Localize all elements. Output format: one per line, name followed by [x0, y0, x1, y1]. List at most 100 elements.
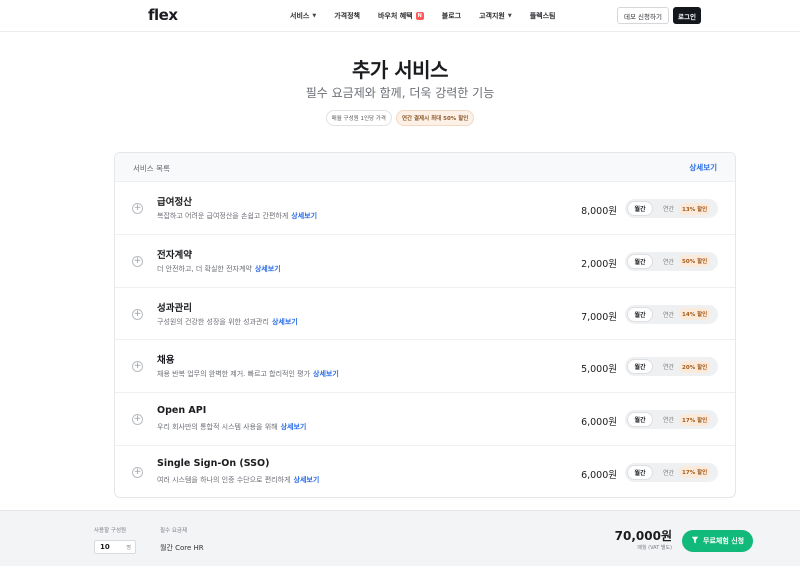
service-details-link[interactable]: 상세보기 — [294, 476, 320, 484]
discount-badge: 20% 할인 — [679, 360, 711, 373]
page-subtitle: 필수 요금제와 함께, 더욱 강력한 기능 — [305, 86, 495, 100]
page-title: 추가 서비스 — [352, 58, 448, 82]
service-price: 2,000원 — [581, 258, 617, 270]
plan-value: 월간 Core HR — [160, 544, 204, 552]
yearly-option[interactable]: 연간 — [663, 415, 674, 424]
discount-badge: 13% 할인 — [679, 202, 711, 215]
nav-pricing[interactable]: 가격정책 — [334, 11, 360, 21]
service-details-link[interactable]: 상세보기 — [313, 370, 339, 378]
service-row: + Single Sign-On (SSO) 여러 시스템을 하나의 인증 수단으로… — [115, 446, 735, 497]
members-label: 사용할 구성원 — [94, 528, 127, 534]
billing-toggle[interactable]: 월간 연간 50% 할인 — [625, 251, 718, 271]
discount-badge: 50% 할인 — [679, 255, 711, 268]
monthly-option[interactable]: 월간 — [627, 412, 653, 428]
service-price: 6,000원 — [581, 469, 617, 481]
yearly-option[interactable]: 연간 — [663, 362, 674, 371]
nav-label: 바우처 혜택 — [377, 12, 413, 20]
billing-toggle[interactable]: 월간 연간 17% 할인 — [625, 410, 718, 430]
add-service-icon[interactable]: + — [132, 203, 143, 214]
demo-request-button[interactable]: 데모 신청하기 — [617, 7, 669, 24]
service-row: + 급여정산복잡하고 어려운 급여정산을 손쉽고 간편하게 상세보기 8,000원 월간… — [115, 182, 735, 235]
yearly-option[interactable]: 연간 — [663, 310, 674, 319]
add-service-icon[interactable]: + — [132, 308, 143, 320]
new-badge: N — [415, 12, 424, 20]
yearly-option[interactable]: 연간 — [663, 257, 674, 266]
details-link[interactable]: 상세보기 — [689, 162, 717, 173]
pricing-chips: 매월 구성원 1인당 가격 연간 결제시 최대 50% 할인 — [0, 110, 800, 126]
members-value: 10 — [100, 543, 110, 551]
login-button[interactable]: 로그인 — [673, 7, 701, 24]
hero-section: 추가 서비스 필수 요금제와 함께, 더욱 강력한 기능 매월 구성원 1인당 … — [0, 32, 800, 510]
add-service-icon[interactable]: + — [132, 361, 143, 373]
monthly-option[interactable]: 월간 — [627, 201, 653, 216]
nav-services[interactable]: 서비스 ▼ — [290, 11, 316, 21]
add-service-icon[interactable]: + — [132, 466, 143, 478]
add-service-icon[interactable]: + — [132, 414, 143, 426]
service-description: 복잡하고 어려운 급여정산을 손쉽고 간편하게 상세보기 — [157, 211, 317, 221]
service-description: 여러 시스템을 하나의 인증 수단으로 편리하게 상세보기 — [157, 475, 319, 485]
billing-toggle[interactable]: 월간 연간 14% 할인 — [625, 304, 718, 324]
service-row: + 채용 채용 반복 업무의 완벽한 제거. 빠르고 합리적인 평가 상세보기 5,00… — [115, 340, 735, 394]
top-navigation-bar: flex 서비스 ▼ 가격정책 바우처 혜택 N 블로그 고객지원 ▼ 플렉스팀… — [0, 0, 800, 32]
monthly-option[interactable]: 월간 — [627, 253, 653, 269]
service-description: 채용 반복 업무의 완벽한 제거. 빠르고 합리적인 평가 상세보기 — [157, 369, 339, 379]
nav-blog[interactable]: 블로그 — [442, 11, 461, 21]
discount-badge: 17% 할인 — [679, 466, 711, 479]
service-desc-text: 채용 반복 업무의 완벽한 제거. 빠르고 합리적인 평가 — [157, 370, 311, 379]
service-description: 구성원의 건강한 성장을 위한 성과관리 상세보기 — [157, 317, 298, 327]
service-description: 더 안전하고, 더 확실한 전자계약 상세보기 — [157, 264, 281, 274]
members-input[interactable]: 10 명 — [94, 540, 136, 554]
chevron-down-icon: ▼ — [507, 13, 512, 19]
nav-label: 블로그 — [441, 12, 462, 20]
nav-voucher[interactable]: 바우처 혜택 N — [378, 11, 424, 21]
free-trial-label: 무료체험 신청 — [703, 537, 745, 545]
service-details-link[interactable]: 상세보기 — [281, 423, 307, 431]
service-price: 7,000원 — [581, 311, 617, 323]
billing-toggle[interactable]: 월간 연간 17% 할인 — [625, 462, 718, 482]
service-name: 급여정산 — [157, 197, 192, 208]
service-desc-text: 구성원의 건강한 성장을 위한 성과관리 — [157, 317, 269, 326]
flex-logo[interactable]: flex — [148, 6, 178, 24]
service-name: Single Sign-On (SSO) — [157, 457, 270, 469]
billing-toggle[interactable]: 월간 연간 13% 할인 — [625, 199, 718, 218]
service-details-link[interactable]: 상세보기 — [272, 318, 298, 326]
free-trial-button[interactable]: 무료체험 신청 — [682, 530, 754, 552]
yearly-option[interactable]: 연간 — [663, 468, 674, 477]
discount-badge: 17% 할인 — [679, 413, 711, 426]
add-service-icon[interactable]: + — [132, 255, 143, 267]
service-price: 8,000원 — [581, 206, 617, 217]
service-name: 성과관리 — [157, 302, 192, 314]
service-name: 채용 — [157, 355, 175, 367]
service-price: 6,000원 — [581, 417, 617, 429]
nav-label: 고객지원 — [479, 12, 505, 20]
service-desc-text: 여러 시스템을 하나의 인증 수단으로 편리하게 — [157, 475, 291, 484]
total-price: 70,000원 — [614, 529, 672, 543]
plan-label: 필수 요금제 — [160, 528, 188, 534]
nav-support[interactable]: 고객지원 ▼ — [479, 11, 512, 21]
price-basis-chip: 매월 구성원 1인당 가격 — [325, 110, 392, 126]
annual-discount-chip: 연간 결제시 최대 50% 할인 — [395, 110, 475, 126]
service-name: Open API — [157, 405, 207, 417]
main-nav: 서비스 ▼ 가격정책 바우처 혜택 N 블로그 고객지원 ▼ 플렉스팀 — [290, 0, 556, 32]
service-desc-text: 우리 회사만의 통합적 시스템 사용을 위해 — [157, 423, 278, 432]
yearly-option[interactable]: 연간 — [663, 204, 674, 213]
summary-bar: 사용할 구성원 필수 요금제 10 명 월간 Core HR 70,000원 매… — [0, 510, 800, 566]
total-note: 매월 (VAT 별도) — [637, 545, 672, 551]
members-unit: 명 — [126, 544, 131, 551]
filter-icon — [691, 536, 699, 546]
service-details-link[interactable]: 상세보기 — [291, 212, 317, 220]
chevron-down-icon: ▼ — [312, 13, 317, 19]
service-name: 전자계약 — [157, 249, 192, 261]
monthly-option[interactable]: 월간 — [627, 464, 653, 480]
service-list-header: 서비스 목록 상세보기 — [115, 153, 735, 182]
monthly-option[interactable]: 월간 — [627, 306, 653, 322]
nav-label: 플렉스팀 — [529, 12, 556, 20]
service-row: + 전자계약더 안전하고, 더 확실한 전자계약 상세보기 2,000원 월간 연간 50%… — [115, 235, 735, 288]
billing-toggle[interactable]: 월간 연간 20% 할인 — [625, 357, 718, 377]
service-details-link[interactable]: 상세보기 — [255, 265, 281, 273]
nav-team[interactable]: 플렉스팀 — [530, 11, 556, 21]
monthly-option[interactable]: 월간 — [627, 359, 653, 375]
nav-label: 서비스 — [290, 12, 310, 20]
service-row: + 성과관리구성원의 건강한 성장을 위한 성과관리 상세보기 7,000원 월간 연간 1… — [115, 288, 735, 341]
discount-badge: 14% 할인 — [679, 308, 711, 321]
